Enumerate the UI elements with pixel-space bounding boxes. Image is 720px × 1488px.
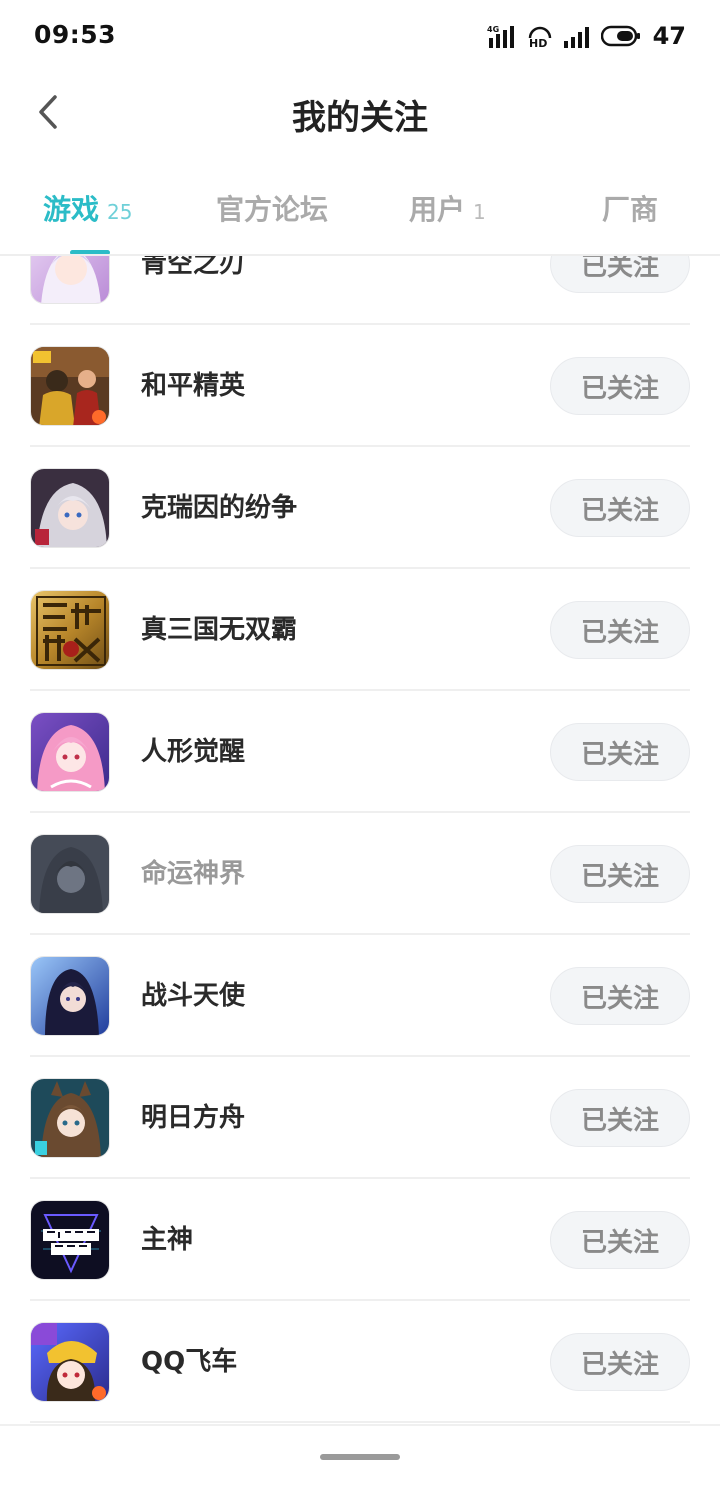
racer-girl-icon [30, 1322, 110, 1402]
svg-text:HD: HD [529, 37, 547, 48]
anime-girl-icon [30, 256, 110, 304]
followed-button[interactable]: 已关注 [550, 479, 690, 537]
gesture-bar [0, 1424, 720, 1488]
tab-bar: 游戏 25 官方论坛 用户 1 厂商 [0, 180, 720, 255]
list-item[interactable]: 克瑞因的纷争 已关注 [30, 447, 690, 569]
list-item[interactable]: 青空之刃 已关注 [30, 256, 690, 325]
game-name: 人形觉醒 [141, 737, 246, 767]
followed-button[interactable]: 已关注 [550, 1333, 690, 1391]
followed-button[interactable]: 已关注 [550, 256, 690, 293]
list-item[interactable]: 命运神界 已关注 [30, 813, 690, 935]
tab-label: 厂商 [602, 193, 659, 226]
followed-button[interactable]: 已关注 [550, 967, 690, 1025]
game-name: 和平精英 [141, 371, 246, 401]
game-name: 克瑞因的纷争 [141, 493, 298, 523]
game-name: 真三国无双霸 [141, 615, 298, 645]
status-icons: 4G HD 47 [487, 20, 686, 52]
game-name: 主神 [141, 1225, 194, 1255]
followed-button[interactable]: 已关注 [550, 723, 690, 781]
game-name: 青空之刃 [141, 256, 246, 279]
list-item[interactable]: 人形觉醒 已关注 [30, 691, 690, 813]
hd-voice-icon: HD [527, 24, 553, 48]
status-time: 09:53 [34, 20, 117, 49]
tab-label: 用户 [409, 193, 466, 226]
battery-level: 47 [652, 22, 686, 50]
tab-label: 游戏 [43, 193, 100, 226]
list-item[interactable]: QQ飞车 已关注 [30, 1301, 690, 1423]
tab-official-forum[interactable]: 官方论坛 [216, 180, 328, 250]
list-item[interactable]: 明日方舟 已关注 [30, 1057, 690, 1179]
nav-bar: 我的关注 [0, 72, 720, 152]
list-item[interactable]: 主神 已关注 [30, 1179, 690, 1301]
tab-count: 25 [107, 200, 133, 224]
followed-games-list[interactable]: 青空之刃 已关注 和平精英 已关注 克瑞因的纷争 已关注 真三国无双霸 已关注 … [0, 256, 720, 1424]
followed-button[interactable]: 已关注 [550, 1211, 690, 1269]
list-item[interactable]: 和平精英 已关注 [30, 325, 690, 447]
followed-button[interactable]: 已关注 [550, 1089, 690, 1147]
anime-girl-icon [30, 468, 110, 548]
game-name: 明日方舟 [141, 1103, 246, 1133]
anime-girl-icon [30, 1078, 110, 1158]
battery-icon [600, 24, 641, 48]
game-name: 命运神界 [141, 859, 246, 889]
tab-users[interactable]: 用户 1 [409, 180, 486, 250]
anime-girl-icon [30, 834, 110, 914]
signal-bars-icon [563, 24, 591, 48]
row-divider [30, 1421, 690, 1423]
anime-girl-icon [30, 712, 110, 792]
tab-games[interactable]: 游戏 25 [43, 180, 132, 250]
list-item[interactable]: 真三国无双霸 已关注 [30, 569, 690, 691]
status-bar: 09:53 4G HD 47 [0, 0, 720, 72]
home-indicator[interactable] [320, 1454, 400, 1460]
gold-emblem-icon [30, 590, 110, 670]
followed-button[interactable]: 已关注 [550, 357, 690, 415]
game-name: QQ飞车 [141, 1347, 238, 1377]
game-name: 战斗天使 [141, 981, 246, 1011]
tab-vendors[interactable]: 厂商 [602, 180, 658, 250]
svg-text:4G: 4G [487, 25, 499, 34]
tab-label: 官方论坛 [216, 193, 329, 226]
soldier-icon [30, 346, 110, 426]
followed-button[interactable]: 已关注 [550, 845, 690, 903]
followed-button[interactable]: 已关注 [550, 601, 690, 659]
tab-count: 1 [473, 200, 486, 224]
chief-god-logo-icon [30, 1200, 110, 1280]
list-item[interactable]: 战斗天使 已关注 [30, 935, 690, 1057]
signal-4g-icon: 4G [487, 24, 517, 48]
page-title: 我的关注 [292, 98, 428, 138]
anime-girl-icon [30, 956, 110, 1036]
